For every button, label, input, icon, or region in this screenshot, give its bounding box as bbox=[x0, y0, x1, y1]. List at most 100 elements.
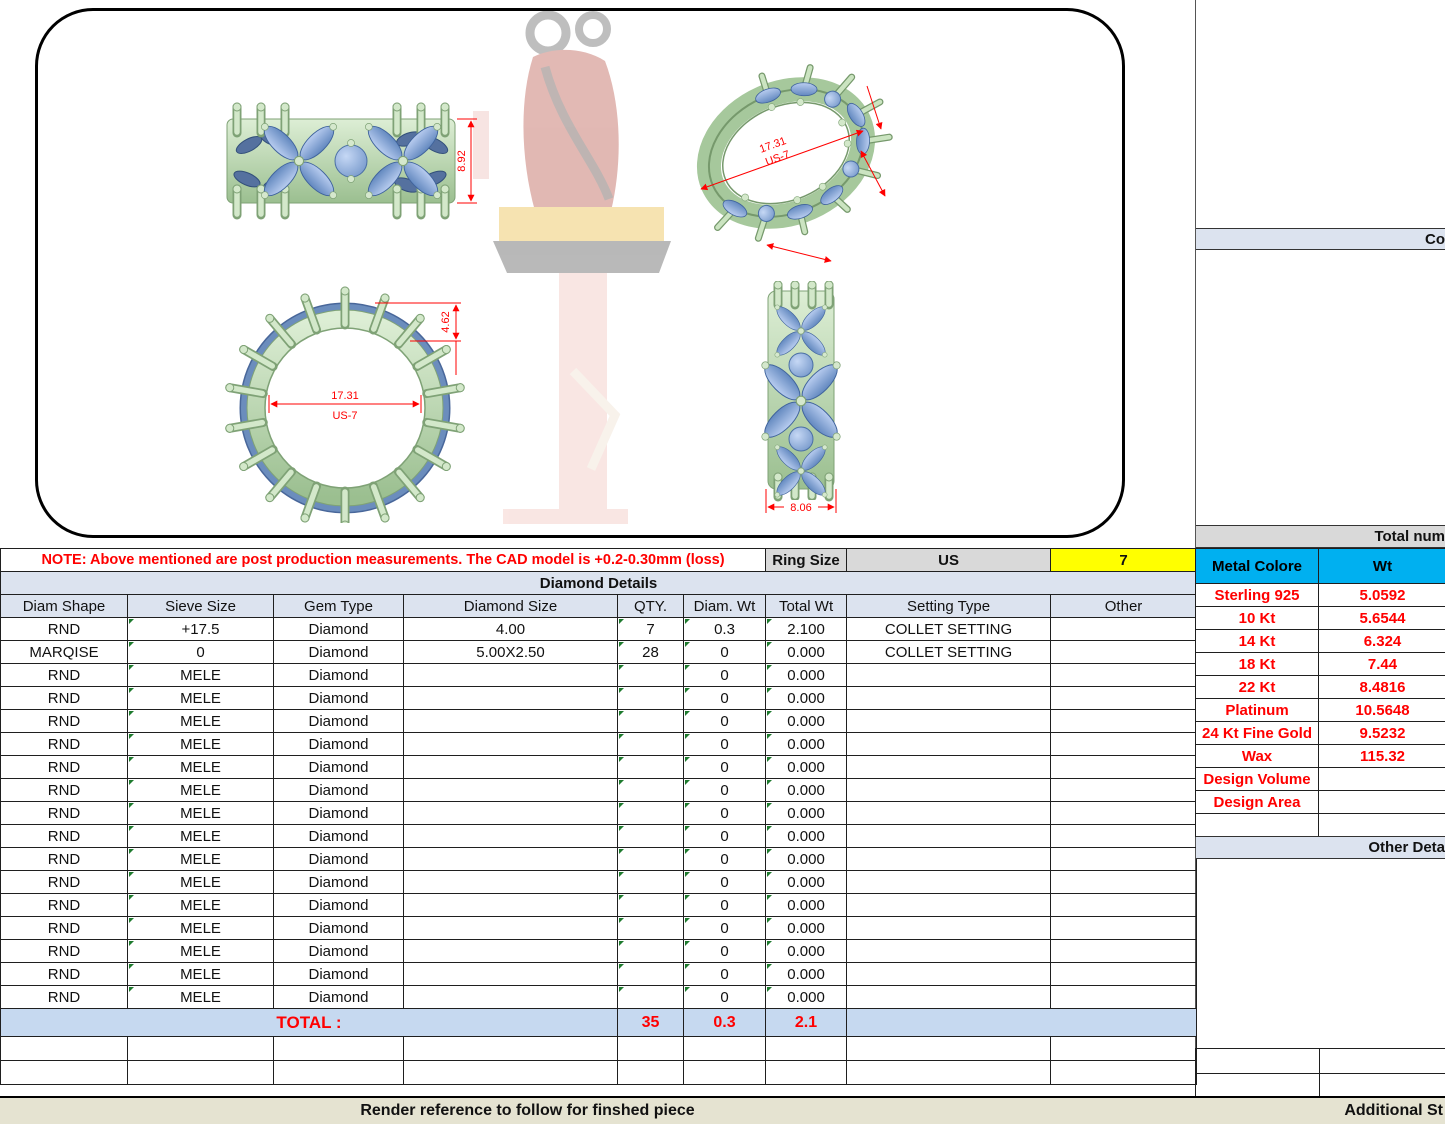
metal-wt-cell[interactable]: 115.32 bbox=[1319, 745, 1445, 768]
cell-diam-shape[interactable]: RND bbox=[1, 871, 128, 894]
empty-cell[interactable] bbox=[847, 1061, 1051, 1085]
cell-diamond-size[interactable] bbox=[404, 917, 618, 940]
cell-sieve-size[interactable]: MELE bbox=[128, 940, 274, 963]
cell-diam-wt[interactable]: 0.3 bbox=[684, 618, 766, 641]
empty-cell[interactable] bbox=[684, 1037, 766, 1061]
metal-wt-cell[interactable]: 9.5232 bbox=[1319, 722, 1445, 745]
empty-cell[interactable] bbox=[766, 1037, 847, 1061]
cell-setting-type[interactable] bbox=[847, 779, 1051, 802]
cell-sieve-size[interactable]: +17.5 bbox=[128, 618, 274, 641]
cell-other[interactable] bbox=[1051, 940, 1197, 963]
cell-qty-[interactable] bbox=[618, 986, 684, 1009]
cell-other[interactable] bbox=[1051, 664, 1197, 687]
cell-diam-wt[interactable]: 0 bbox=[684, 963, 766, 986]
cell-gem-type[interactable]: Diamond bbox=[274, 802, 404, 825]
cell-diam-wt[interactable]: 0 bbox=[684, 756, 766, 779]
cell-other[interactable] bbox=[1051, 641, 1197, 664]
cell-gem-type[interactable]: Diamond bbox=[274, 756, 404, 779]
metal-wt-cell[interactable] bbox=[1319, 768, 1445, 791]
cell-diam-shape[interactable]: RND bbox=[1, 664, 128, 687]
cell-diam-shape[interactable]: RND bbox=[1, 940, 128, 963]
total-total-wt[interactable]: 2.1 bbox=[766, 1009, 847, 1037]
cell-other[interactable] bbox=[1051, 871, 1197, 894]
cell-other[interactable] bbox=[1051, 733, 1197, 756]
cell-qty-[interactable] bbox=[618, 802, 684, 825]
cell-sieve-size[interactable]: MELE bbox=[128, 756, 274, 779]
cell-diamond-size[interactable] bbox=[404, 687, 618, 710]
ring-size-value[interactable]: 7 bbox=[1051, 549, 1197, 572]
cell-qty-[interactable] bbox=[618, 733, 684, 756]
cell-sieve-size[interactable]: MELE bbox=[128, 917, 274, 940]
cell-diamond-size[interactable] bbox=[404, 986, 618, 1009]
cell-setting-type[interactable] bbox=[847, 986, 1051, 1009]
cell-total-wt[interactable]: 0.000 bbox=[766, 664, 847, 687]
empty-cell[interactable] bbox=[847, 1037, 1051, 1061]
cell-gem-type[interactable]: Diamond bbox=[274, 618, 404, 641]
cell-setting-type[interactable] bbox=[847, 687, 1051, 710]
cell-diamond-size[interactable] bbox=[404, 848, 618, 871]
cell-diamond-size[interactable] bbox=[404, 756, 618, 779]
cell-other[interactable] bbox=[1051, 963, 1197, 986]
cell-qty-[interactable] bbox=[618, 779, 684, 802]
cell-diamond-size[interactable] bbox=[404, 664, 618, 687]
cell-other[interactable] bbox=[1051, 756, 1197, 779]
metal-wt-cell[interactable]: 8.4816 bbox=[1319, 676, 1445, 699]
cell-total-wt[interactable]: 0.000 bbox=[766, 894, 847, 917]
metal-name-cell[interactable]: Design Volume bbox=[1196, 768, 1319, 791]
metal-name-cell[interactable]: 22 Kt bbox=[1196, 676, 1319, 699]
empty-cell[interactable] bbox=[128, 1037, 274, 1061]
cell-sieve-size[interactable]: MELE bbox=[128, 687, 274, 710]
cell-diam-shape[interactable]: RND bbox=[1, 779, 128, 802]
cell-diam-shape[interactable]: RND bbox=[1, 733, 128, 756]
cell-diam-shape[interactable]: RND bbox=[1, 802, 128, 825]
cell-gem-type[interactable]: Diamond bbox=[274, 963, 404, 986]
cell-qty-[interactable]: 7 bbox=[618, 618, 684, 641]
cell-sieve-size[interactable]: MELE bbox=[128, 986, 274, 1009]
cell-gem-type[interactable]: Diamond bbox=[274, 641, 404, 664]
cell-diam-shape[interactable]: RND bbox=[1, 963, 128, 986]
cell-total-wt[interactable]: 0.000 bbox=[766, 779, 847, 802]
cell-qty-[interactable] bbox=[618, 710, 684, 733]
cell-diam-shape[interactable]: RND bbox=[1, 710, 128, 733]
cell-sieve-size[interactable]: MELE bbox=[128, 779, 274, 802]
empty-cell[interactable] bbox=[684, 1061, 766, 1085]
cell-total-wt[interactable]: 0.000 bbox=[766, 871, 847, 894]
total-diam-wt[interactable]: 0.3 bbox=[684, 1009, 766, 1037]
metal-name-cell[interactable] bbox=[1196, 814, 1319, 837]
cell-gem-type[interactable]: Diamond bbox=[274, 825, 404, 848]
cell-total-wt[interactable]: 0.000 bbox=[766, 733, 847, 756]
metal-name-cell[interactable]: 14 Kt bbox=[1196, 630, 1319, 653]
cell-setting-type[interactable] bbox=[847, 894, 1051, 917]
metal-name-cell[interactable]: 24 Kt Fine Gold bbox=[1196, 722, 1319, 745]
cell-diam-wt[interactable]: 0 bbox=[684, 710, 766, 733]
metal-wt-cell[interactable]: 5.6544 bbox=[1319, 607, 1445, 630]
empty-cell[interactable] bbox=[1051, 1037, 1197, 1061]
cell-diam-wt[interactable]: 0 bbox=[684, 940, 766, 963]
metal-name-cell[interactable]: Sterling 925 bbox=[1196, 584, 1319, 607]
empty-cell[interactable] bbox=[128, 1061, 274, 1085]
cell-total-wt[interactable]: 0.000 bbox=[766, 802, 847, 825]
metal-wt-cell[interactable]: 10.5648 bbox=[1319, 699, 1445, 722]
metal-wt-cell[interactable]: 5.0592 bbox=[1319, 584, 1445, 607]
cell-diamond-size[interactable]: 4.00 bbox=[404, 618, 618, 641]
cell-sieve-size[interactable]: MELE bbox=[128, 825, 274, 848]
cell-setting-type[interactable] bbox=[847, 710, 1051, 733]
metal-name-cell[interactable]: 10 Kt bbox=[1196, 607, 1319, 630]
cell-diam-wt[interactable]: 0 bbox=[684, 733, 766, 756]
cell-other[interactable] bbox=[1051, 825, 1197, 848]
cell-diam-wt[interactable]: 0 bbox=[684, 664, 766, 687]
cell-sieve-size[interactable]: MELE bbox=[128, 802, 274, 825]
empty-cell[interactable] bbox=[1, 1061, 128, 1085]
cell-diam-wt[interactable]: 0 bbox=[684, 848, 766, 871]
cell-qty-[interactable] bbox=[618, 963, 684, 986]
cell-diam-shape[interactable]: RND bbox=[1, 917, 128, 940]
cell-diam-shape[interactable]: RND bbox=[1, 848, 128, 871]
cell-gem-type[interactable]: Diamond bbox=[274, 710, 404, 733]
cell-gem-type[interactable]: Diamond bbox=[274, 917, 404, 940]
cell-qty-[interactable] bbox=[618, 894, 684, 917]
cell-qty-[interactable] bbox=[618, 917, 684, 940]
cell-qty-[interactable] bbox=[618, 825, 684, 848]
cell-setting-type[interactable] bbox=[847, 871, 1051, 894]
cell-sieve-size[interactable]: MELE bbox=[128, 664, 274, 687]
empty-cell[interactable] bbox=[618, 1037, 684, 1061]
